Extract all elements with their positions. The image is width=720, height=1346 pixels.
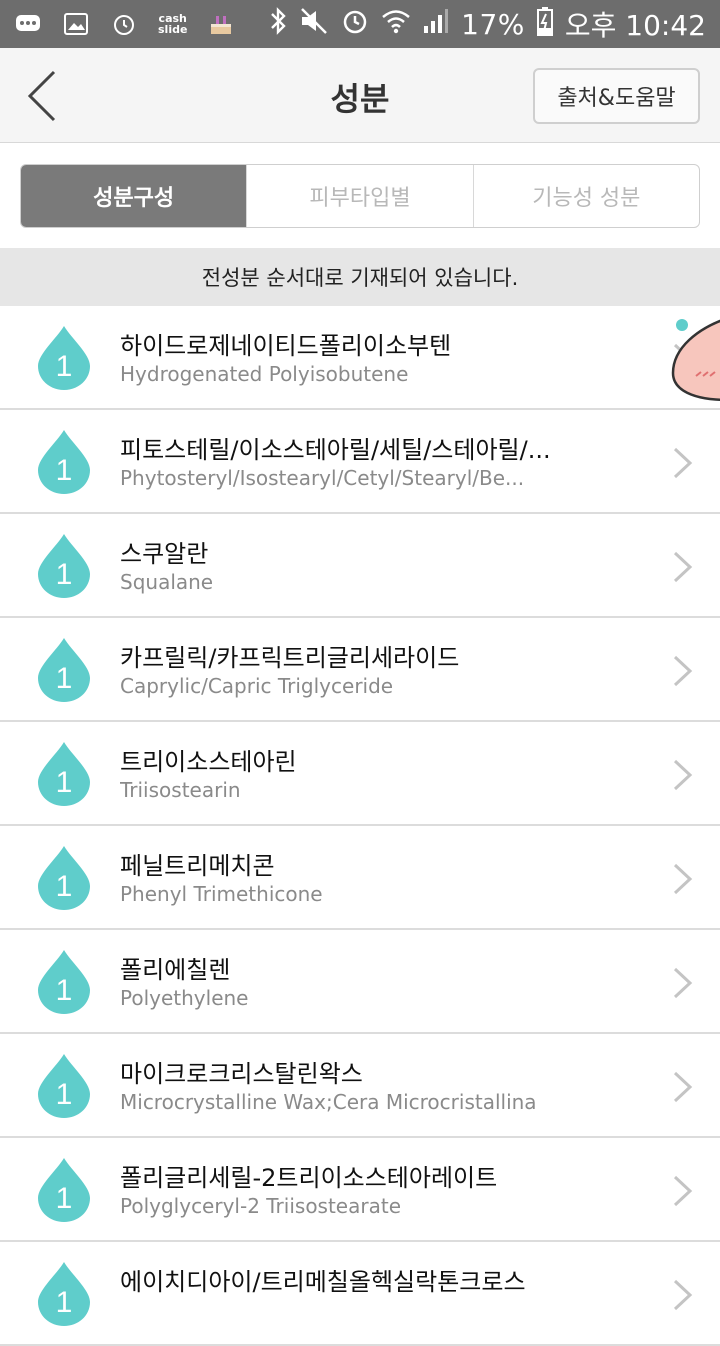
- ingredient-row[interactable]: 1 페닐트리메치콘 Phenyl Trimethicone: [0, 826, 720, 930]
- grade-drop-icon: 1: [35, 1156, 93, 1224]
- grade-number: 1: [56, 766, 73, 799]
- ingredient-name-ko: 트리이소스테아린: [120, 748, 297, 776]
- grade-drop-icon: 1: [35, 1260, 93, 1328]
- grade-number: 1: [56, 662, 73, 695]
- tab-functional[interactable]: 기능성 성분: [472, 165, 699, 227]
- chat-icon: [14, 10, 42, 38]
- tab-composition[interactable]: 성분구성: [21, 165, 247, 227]
- ingredient-row[interactable]: 1 폴리에칠렌 Polyethylene: [0, 930, 720, 1034]
- alarm-status-icon: [341, 7, 369, 42]
- floating-shortcut-button[interactable]: [668, 318, 720, 408]
- grade-drop-icon: 1: [35, 740, 93, 808]
- ingredient-name-ko: 카프릴릭/카프릭트리글리세라이드: [120, 644, 460, 672]
- chevron-right-icon: [673, 967, 693, 999]
- chevron-right-icon: [673, 1279, 693, 1311]
- wifi-icon: [381, 8, 411, 41]
- ingredient-name-ko: 하이드로제네이티드폴리이소부텐: [120, 332, 452, 360]
- grade-number: 1: [56, 558, 73, 591]
- grade-number: 1: [56, 1286, 73, 1319]
- cash-slide-icon: cash slide: [158, 12, 188, 36]
- ingredient-row[interactable]: 1 하이드로제네이티드폴리이소부텐 Hydrogenated Polyisobute…: [0, 306, 720, 410]
- grade-drop-icon: 1: [35, 324, 93, 392]
- grade-drop-icon: 1: [35, 636, 93, 704]
- grade-drop-icon: 1: [35, 532, 93, 600]
- source-help-button[interactable]: 출처&도움말: [533, 68, 700, 124]
- ingredient-row[interactable]: 1 카프릴릭/카프릭트리글리세라이드 Caprylic/Capric Triglyc…: [0, 618, 720, 722]
- tab-skin-type[interactable]: 피부타입별: [246, 165, 472, 227]
- grade-drop-icon: 1: [35, 1052, 93, 1120]
- grade-number: 1: [56, 870, 73, 903]
- image-icon: [62, 10, 90, 38]
- bluetooth-icon: [269, 6, 287, 43]
- chevron-right-icon: [673, 655, 693, 687]
- cake-icon: [207, 10, 235, 38]
- ingredient-row[interactable]: 1 폴리글리세릴-2트리이소스테아레이트 Polyglyceryl-2 Triiso…: [0, 1138, 720, 1242]
- ingredient-name-en: Polyethylene: [120, 986, 249, 1010]
- signal-icon: [423, 8, 449, 41]
- segment-tabs: 성분구성 피부타입별 기능성 성분: [20, 164, 700, 228]
- ingredient-row[interactable]: 1 피토스테릴/이소스테아릴/세틸/스테아릴/... Phytosteryl/Iso…: [0, 410, 720, 514]
- ingredient-row[interactable]: 1 마이크로크리스탈린왁스 Microcrystalline Wax;Cera Mi…: [0, 1034, 720, 1138]
- chevron-right-icon: [673, 759, 693, 791]
- battery-icon: [536, 6, 553, 43]
- grade-number: 1: [56, 1078, 73, 1111]
- chevron-right-icon: [673, 863, 693, 895]
- ingredient-name-en: Squalane: [120, 570, 214, 594]
- app-header: 성분 출처&도움말: [0, 48, 720, 143]
- ingredient-row[interactable]: 1 트리이소스테아린 Triisostearin: [0, 722, 720, 826]
- ingredient-name-en: Hydrogenated Polyisobutene: [120, 362, 409, 386]
- alarm-icon: [110, 10, 138, 38]
- grade-drop-icon: 1: [35, 844, 93, 912]
- ingredient-row[interactable]: 1 에이치디아이/트리메칠올헥실락톤크로스: [0, 1242, 720, 1346]
- ingredient-name-ko: 폴리글리세릴-2트리이소스테아레이트: [120, 1164, 498, 1192]
- grade-number: 1: [56, 974, 73, 1007]
- ingredient-name-ko: 폴리에칠렌: [120, 956, 231, 984]
- ingredient-list: 1 하이드로제네이티드폴리이소부텐 Hydrogenated Polyisobute…: [0, 306, 720, 1346]
- ingredient-name-ko: 마이크로크리스탈린왁스: [120, 1060, 363, 1088]
- grade-drop-icon: 1: [35, 948, 93, 1016]
- ingredient-name-en: Phytosteryl/Isostearyl/Cetyl/Stearyl/Be.…: [120, 466, 525, 490]
- chevron-right-icon: [673, 1175, 693, 1207]
- ingredient-name-en: Caprylic/Capric Triglyceride: [120, 674, 394, 698]
- grade-drop-icon: 1: [35, 428, 93, 496]
- ingredient-name-en: Polyglyceryl-2 Triisostearate: [120, 1194, 401, 1218]
- chevron-right-icon: [673, 447, 693, 479]
- mute-icon: [299, 7, 329, 42]
- ingredient-name-ko: 스쿠알란: [120, 540, 209, 568]
- ingredient-name-en: Microcrystalline Wax;Cera Microcristalli…: [120, 1090, 537, 1114]
- status-bar: cash slide 17% 오후 10:42: [0, 0, 720, 48]
- ingredient-row[interactable]: 1 스쿠알란 Squalane: [0, 514, 720, 618]
- ingredient-name-ko: 피토스테릴/이소스테아릴/세틸/스테아릴/...: [120, 436, 551, 464]
- grade-number: 1: [56, 350, 73, 383]
- chevron-right-icon: [673, 1071, 693, 1103]
- battery-percent: 17%: [461, 7, 525, 41]
- ingredient-name-ko: 페닐트리메치콘: [120, 852, 275, 880]
- chevron-right-icon: [673, 551, 693, 583]
- order-notice: 전성분 순서대로 기재되어 있습니다.: [0, 248, 720, 306]
- grade-number: 1: [56, 454, 73, 487]
- ingredient-name-en: Triisostearin: [120, 778, 241, 802]
- clock: 오후 10:42: [564, 9, 706, 42]
- ingredient-name-en: Phenyl Trimethicone: [120, 882, 323, 906]
- grade-number: 1: [56, 1182, 73, 1215]
